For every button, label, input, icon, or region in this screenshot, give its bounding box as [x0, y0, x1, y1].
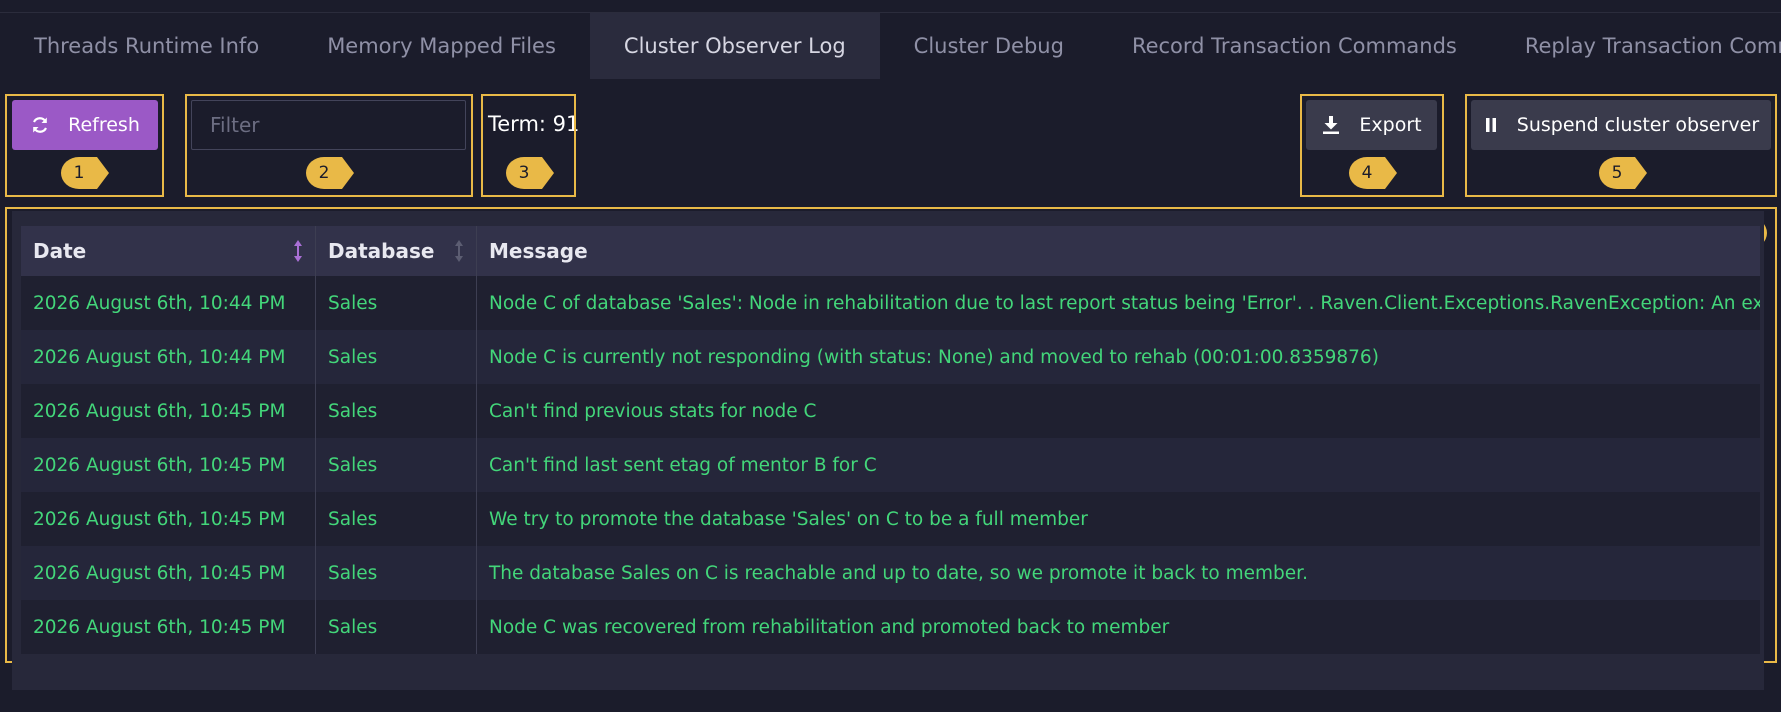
tab-bar: Threads Runtime Info Memory Mapped Files… — [0, 13, 1781, 79]
tab-cluster-debug[interactable]: Cluster Debug — [880, 13, 1098, 79]
database-header-label: Database — [328, 239, 435, 263]
callout-badge-3: 3 — [506, 157, 554, 189]
table-row[interactable]: 2026 August 6th, 10:45 PM Sales The data… — [21, 546, 1760, 600]
suspend-label: Suspend cluster observer — [1516, 114, 1760, 136]
download-icon — [1321, 115, 1341, 135]
column-header-date[interactable]: Date — [21, 226, 316, 276]
table-row[interactable]: 2026 August 6th, 10:44 PM Sales Node C i… — [21, 330, 1760, 384]
cell-date: 2026 August 6th, 10:45 PM — [21, 438, 316, 492]
cell-message: Node C of database 'Sales': Node in reha… — [489, 292, 1760, 314]
cell-database: Sales — [316, 384, 477, 438]
suspend-cluster-observer-button[interactable]: Suspend cluster observer — [1471, 100, 1771, 150]
tab-cluster-observer-log[interactable]: Cluster Observer Log — [589, 13, 880, 79]
callout-badge-4: 4 — [1349, 157, 1397, 189]
cell-database: Sales — [316, 492, 477, 546]
cell-message: We try to promote the database 'Sales' o… — [489, 508, 1088, 530]
cell-message: Can't find previous stats for node C — [489, 400, 817, 422]
table-row[interactable]: 2026 August 6th, 10:44 PM Sales Node C o… — [21, 276, 1760, 330]
table-row[interactable]: 2026 August 6th, 10:45 PM Sales Can't fi… — [21, 384, 1760, 438]
message-header-label: Message — [489, 239, 588, 263]
cell-message: Can't find last sent etag of mentor B fo… — [489, 454, 877, 476]
cell-database: Sales — [316, 546, 477, 600]
export-button[interactable]: Export — [1306, 100, 1437, 150]
tab-memory-mapped-files[interactable]: Memory Mapped Files — [293, 13, 590, 79]
cell-date: 2026 August 6th, 10:45 PM — [21, 600, 316, 654]
date-header-label: Date — [33, 239, 87, 263]
cell-database: Sales — [316, 600, 477, 654]
cell-message: Node C was recovered from rehabilitation… — [489, 616, 1170, 638]
cell-date: 2026 August 6th, 10:44 PM — [21, 330, 316, 384]
cell-date: 2026 August 6th, 10:45 PM — [21, 492, 316, 546]
tab-threads-runtime-info[interactable]: Threads Runtime Info — [0, 13, 293, 79]
refresh-icon — [30, 115, 50, 135]
cell-database: Sales — [316, 276, 477, 330]
sort-active-icon[interactable] — [293, 239, 303, 263]
cell-database: Sales — [316, 330, 477, 384]
tab-record-transaction-commands[interactable]: Record Transaction Commands — [1098, 13, 1491, 79]
cell-message: The database Sales on C is reachable and… — [489, 562, 1308, 584]
table-row[interactable]: 2026 August 6th, 10:45 PM Sales Can't fi… — [21, 438, 1760, 492]
table-header: Date Database Message — [21, 226, 1760, 276]
term-indicator: Term: 91 — [488, 112, 580, 136]
cell-date: 2026 August 6th, 10:45 PM — [21, 384, 316, 438]
pause-icon — [1483, 117, 1499, 133]
cell-date: 2026 August 6th, 10:45 PM — [21, 546, 316, 600]
cell-message: Node C is currently not responding (with… — [489, 346, 1379, 368]
export-label: Export — [1359, 114, 1422, 136]
callout-badge-5: 5 — [1599, 157, 1647, 189]
table-row[interactable]: 2026 August 6th, 10:45 PM Sales Node C w… — [21, 600, 1760, 654]
callout-badge-2: 2 — [306, 157, 354, 189]
sort-icon[interactable] — [454, 239, 464, 263]
cell-database: Sales — [316, 438, 477, 492]
column-header-message[interactable]: Message — [477, 226, 1760, 276]
filter-input[interactable] — [191, 100, 466, 150]
tab-replay-transaction-commands[interactable]: Replay Transaction Commands — [1491, 13, 1781, 79]
cluster-observer-log-table: Date Database Message 2026 August 6th, 1… — [21, 226, 1760, 654]
column-header-database[interactable]: Database — [316, 226, 477, 276]
refresh-label: Refresh — [68, 114, 140, 136]
refresh-button[interactable]: Refresh — [12, 100, 158, 150]
table-row[interactable]: 2026 August 6th, 10:45 PM Sales We try t… — [21, 492, 1760, 546]
cell-date: 2026 August 6th, 10:44 PM — [21, 276, 316, 330]
callout-badge-1: 1 — [61, 157, 109, 189]
